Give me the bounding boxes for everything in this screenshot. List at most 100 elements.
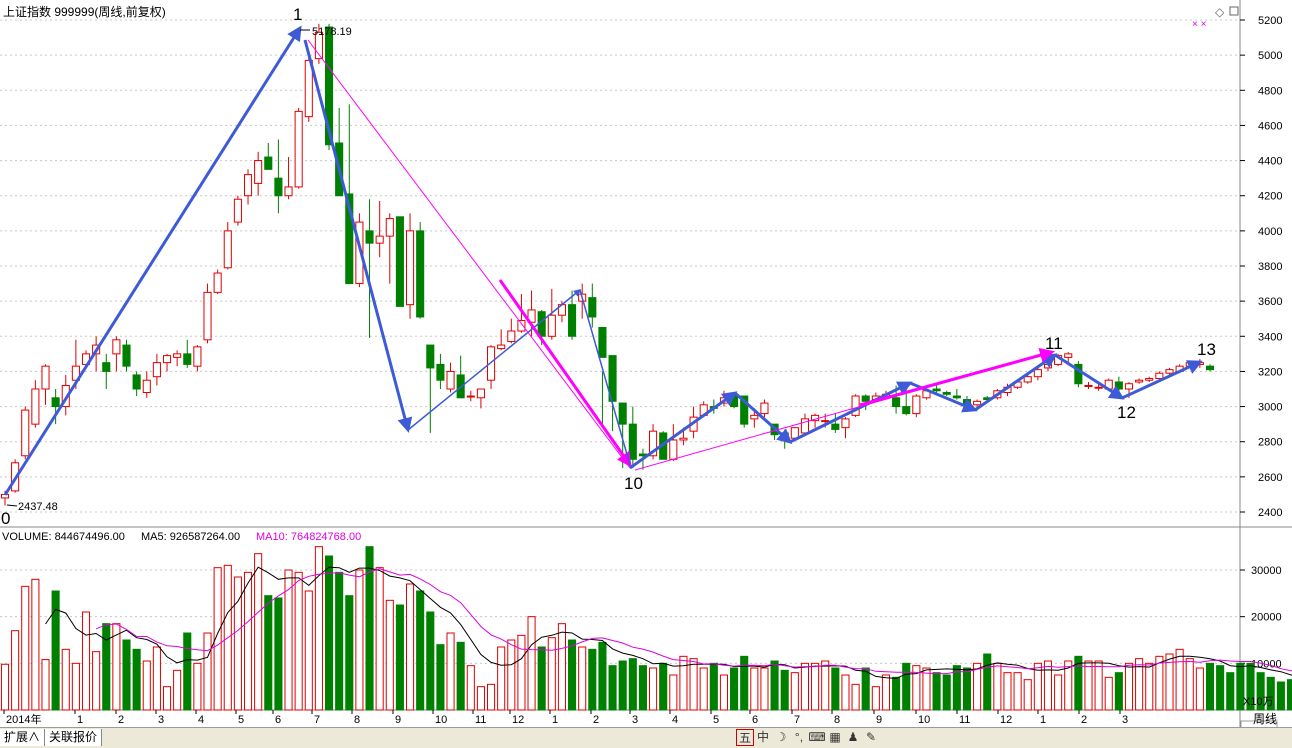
volume-bar	[852, 684, 859, 710]
month-label: 6	[752, 714, 758, 726]
candle-body	[32, 389, 39, 424]
candle-body	[1065, 354, 1072, 358]
dot-comma-icon[interactable]: °,	[790, 729, 808, 746]
volume-bar	[153, 647, 160, 710]
volume-bar	[22, 586, 29, 710]
volume-bar	[771, 661, 778, 710]
volume-bar	[700, 668, 707, 710]
candle-body	[255, 161, 262, 184]
volume-bar	[1196, 668, 1203, 710]
volume-bar	[1044, 661, 1051, 710]
chinese-mode-icon[interactable]: 中	[754, 729, 772, 746]
candle-body	[467, 396, 474, 397]
volume-bar	[609, 666, 616, 710]
price-tick-label: 2600	[1258, 472, 1282, 484]
month-label: 8	[354, 714, 360, 726]
candle-body	[113, 340, 120, 354]
candle-body	[366, 231, 373, 243]
candle-body	[1085, 385, 1092, 386]
keyboard-icon[interactable]: ⌨	[808, 729, 826, 746]
kline-chart[interactable]: 上证指数 999999(周线,前复权) ◇ × × 52005000480046…	[0, 0, 1292, 727]
candle-body	[123, 345, 130, 366]
volume-bar	[832, 668, 839, 710]
price-tick-label: 3800	[1258, 261, 1282, 273]
month-label: 5	[713, 714, 719, 726]
candle-body	[1156, 373, 1163, 378]
price-tick-label: 4000	[1258, 226, 1282, 238]
volume-bar	[72, 663, 79, 710]
volume-bar	[710, 663, 717, 710]
volume-bar	[396, 605, 403, 710]
month-label: 1	[77, 714, 83, 726]
volume-bar	[579, 647, 586, 710]
volume-bar	[1287, 680, 1292, 710]
tab-expand[interactable]: 扩展∧	[0, 729, 45, 746]
month-label: 7	[794, 714, 800, 726]
candle-body	[234, 199, 241, 222]
volume-bar	[1125, 663, 1132, 710]
volume-bar	[457, 642, 464, 710]
volume-bar	[275, 598, 282, 710]
volume-bar	[741, 656, 748, 710]
volume-bar	[1186, 659, 1193, 710]
volume-bar	[488, 684, 495, 710]
volume-bar	[508, 640, 515, 710]
wrench-icon[interactable]: ✎	[862, 729, 880, 746]
volume-bar	[498, 647, 505, 710]
candle-body	[893, 398, 900, 407]
candle-body	[751, 415, 758, 419]
volume-bar	[518, 635, 525, 710]
candle-body	[194, 347, 201, 366]
volume-bar	[336, 572, 343, 710]
candle-body	[437, 364, 444, 380]
volume-bar	[933, 673, 940, 710]
calc-icon[interactable]: ▦	[826, 729, 844, 746]
price-tick-label: 3000	[1258, 402, 1282, 414]
volume-bar	[670, 675, 677, 710]
volume-bar	[1176, 649, 1183, 710]
person-icon[interactable]: ♟	[844, 729, 862, 746]
volume-bar	[791, 673, 798, 710]
volume-bar	[123, 640, 130, 710]
volume-bar	[994, 663, 1001, 710]
wave-label-1: 1	[293, 5, 302, 24]
tab-related-quotes[interactable]: 关联报价	[45, 729, 102, 746]
month-label: 9	[395, 714, 401, 726]
month-label: 12	[512, 714, 524, 726]
price-tick-label: 4200	[1258, 191, 1282, 203]
volume-bar	[194, 663, 201, 710]
candle-body	[143, 380, 150, 392]
volume-bar	[244, 572, 251, 710]
volume-bar	[1105, 677, 1112, 710]
moon-icon[interactable]: ☽	[772, 729, 790, 746]
month-label: 5	[238, 714, 244, 726]
wave-label-0: 0	[1, 509, 10, 528]
price-tick-label: 4800	[1258, 85, 1282, 97]
candle-body	[761, 403, 768, 414]
month-label: 9	[876, 714, 882, 726]
volume-bar	[477, 687, 484, 710]
candle-body	[498, 345, 505, 349]
volume-bar	[1277, 682, 1284, 710]
candle-body	[52, 398, 59, 407]
volume-bar	[295, 572, 302, 710]
volume-bar	[538, 647, 545, 710]
volume-bar	[1146, 663, 1153, 710]
price-tick-label: 4600	[1258, 120, 1282, 132]
five-stroke-icon[interactable]: 五	[736, 729, 754, 746]
period-label[interactable]: 周线	[1253, 712, 1277, 726]
month-label: 11	[959, 714, 970, 726]
volume-bar	[650, 668, 657, 710]
volume-bar	[386, 600, 393, 710]
month-label: 2	[593, 714, 599, 726]
volume-bar	[872, 687, 879, 710]
candle-body	[953, 396, 960, 398]
month-label: 6	[275, 714, 281, 726]
diamond-icon[interactable]: ◇	[1215, 5, 1225, 19]
volume-bar	[680, 656, 687, 710]
candle-body	[447, 371, 454, 389]
month-label: 3	[1122, 714, 1128, 726]
volume-bar	[660, 663, 667, 710]
candle-body	[42, 366, 49, 389]
volume-bar	[184, 633, 191, 710]
